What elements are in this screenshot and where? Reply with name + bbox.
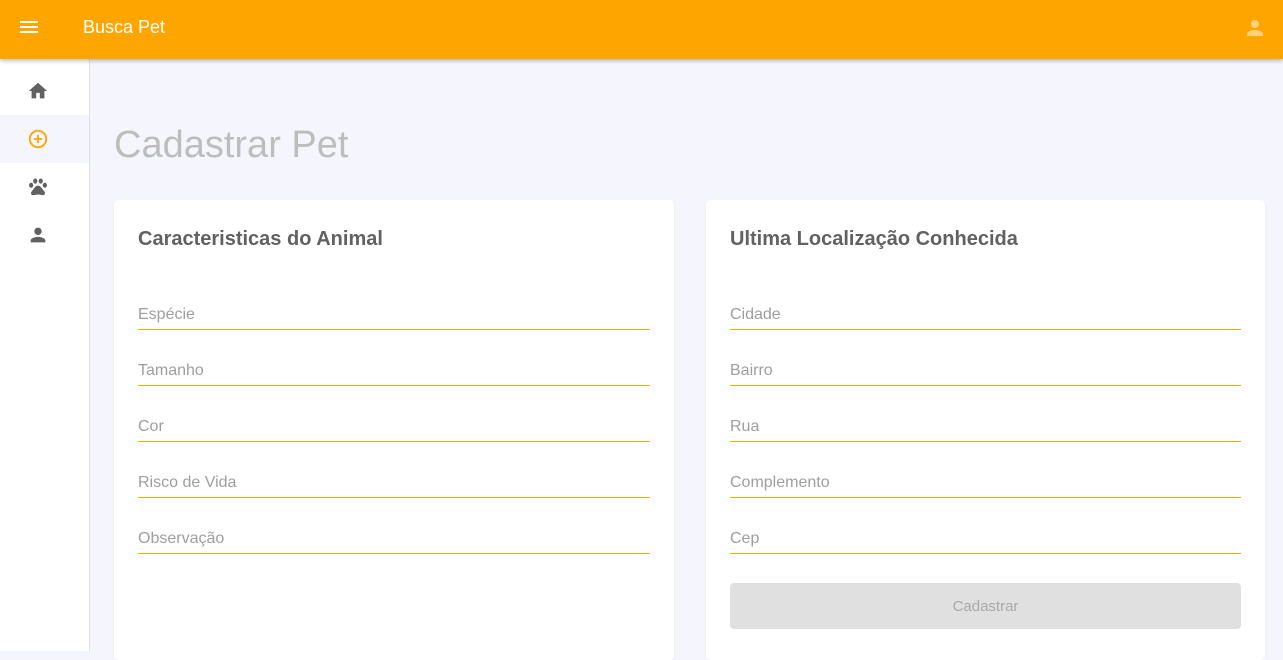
- neighborhood-input[interactable]: [730, 352, 1241, 385]
- account-icon: [1247, 20, 1263, 36]
- complement-field: [730, 464, 1241, 498]
- page-title: Cadastrar Pet: [114, 124, 349, 166]
- city-field: [730, 296, 1241, 330]
- color-input[interactable]: [138, 408, 650, 441]
- app-title: Busca Pet: [83, 17, 166, 37]
- sidebar: [0, 59, 90, 651]
- animal-characteristics-card: Caracteristicas do Animal: [114, 200, 674, 660]
- size-input[interactable]: [138, 352, 650, 385]
- neighborhood-field: [730, 352, 1241, 386]
- city-input[interactable]: [730, 296, 1241, 329]
- species-field: [138, 296, 650, 330]
- add-circle-icon: [28, 129, 48, 149]
- complement-input[interactable]: [730, 464, 1241, 497]
- menu-button[interactable]: [13, 11, 45, 43]
- home-icon: [28, 82, 48, 99]
- top-app-bar: Busca Pet: [0, 0, 1283, 59]
- sidebar-item-pets[interactable]: [0, 163, 89, 211]
- person-icon: [30, 227, 46, 243]
- life-risk-input[interactable]: [138, 464, 650, 497]
- size-field: [138, 352, 650, 386]
- zip-code-input[interactable]: [730, 520, 1241, 553]
- observation-input[interactable]: [138, 520, 650, 553]
- color-field: [138, 408, 650, 442]
- species-input[interactable]: [138, 296, 650, 329]
- observation-field: [138, 520, 650, 554]
- street-field: [730, 408, 1241, 442]
- sidebar-item-add[interactable]: [0, 115, 89, 163]
- card-title: Caracteristicas do Animal: [138, 228, 383, 250]
- menu-icon: [20, 21, 38, 33]
- account-button[interactable]: [1241, 14, 1269, 42]
- card-title: Ultima Localização Conhecida: [730, 228, 1018, 250]
- street-input[interactable]: [730, 408, 1241, 441]
- zip-code-field: [730, 520, 1241, 554]
- sidebar-item-home[interactable]: [0, 67, 89, 115]
- life-risk-field: [138, 464, 650, 498]
- sidebar-item-profile[interactable]: [0, 211, 89, 259]
- paw-icon: [29, 178, 47, 196]
- register-button[interactable]: Cadastrar: [730, 583, 1241, 629]
- last-location-card: Ultima Localização Conhecida Cadastrar: [706, 200, 1265, 660]
